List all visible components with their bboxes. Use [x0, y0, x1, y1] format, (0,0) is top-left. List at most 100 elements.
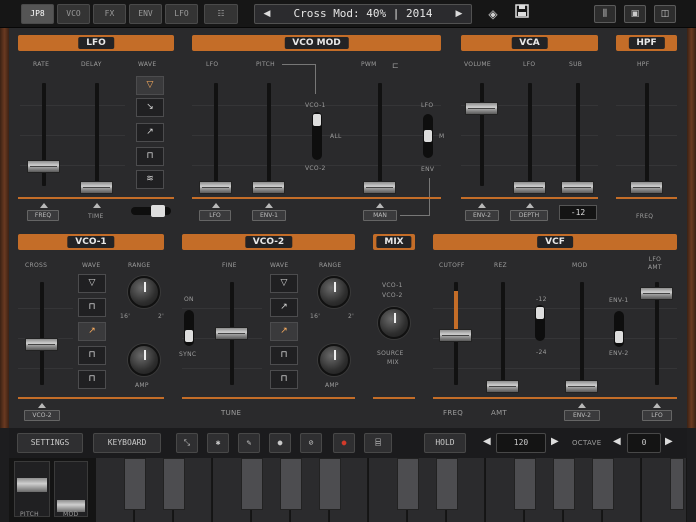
vcomod-pitch-slider[interactable]: [252, 181, 285, 194]
tab-env[interactable]: ENV: [129, 4, 162, 24]
keyboard-button[interactable]: KEYBOARD: [93, 433, 161, 453]
black-key[interactable]: [436, 458, 458, 510]
record-icon[interactable]: ●: [333, 433, 355, 453]
next-preset-button[interactable]: ▶: [449, 5, 469, 23]
lfo-wave-saw-down[interactable]: ↘: [136, 98, 164, 117]
vcomod-man-badge[interactable]: MAN: [363, 210, 397, 221]
vca-sub-octave-display[interactable]: -12: [559, 205, 597, 220]
mod-wheel[interactable]: [54, 461, 88, 517]
vcomod-pwm-slider[interactable]: [363, 181, 396, 194]
vcf-cutoff-slider[interactable]: [439, 329, 472, 342]
vcf-lfoamt-slider[interactable]: [640, 287, 673, 300]
vca-volume-slider[interactable]: [465, 102, 498, 115]
vco2-range-knob[interactable]: [318, 276, 350, 308]
prev-preset-button[interactable]: ◀: [257, 5, 277, 23]
vca-lfo-slider[interactable]: [513, 181, 546, 194]
vcomod-env1-badge[interactable]: ENV-1: [252, 210, 286, 221]
vcf-env-switch[interactable]: [614, 311, 624, 347]
black-key[interactable]: [397, 458, 419, 510]
pitch-wheel[interactable]: [14, 461, 50, 517]
vco1-cross-track[interactable]: [40, 282, 44, 385]
vcomod-pitch-track[interactable]: [267, 83, 271, 186]
black-key[interactable]: [670, 458, 684, 510]
mixer-icon[interactable]: ⫼: [594, 5, 616, 23]
vcomod-target-switch[interactable]: [312, 112, 322, 160]
vco1-vco2-badge[interactable]: VCO-2: [24, 410, 60, 421]
bpm-prev-icon[interactable]: ◀: [483, 436, 493, 450]
black-key[interactable]: [319, 458, 341, 510]
vco2-wave-saw[interactable]: ↗: [270, 322, 298, 341]
tab-vco[interactable]: VCO: [57, 4, 90, 24]
vca-lfo-track[interactable]: [528, 83, 532, 186]
pencil-icon[interactable]: ✎: [238, 433, 260, 453]
vca-sub-track[interactable]: [576, 83, 580, 186]
vco2-wave-square[interactable]: ⊓: [270, 346, 298, 365]
stop-icon[interactable]: ⊘: [300, 433, 322, 453]
black-key[interactable]: [280, 458, 302, 510]
piano-icon[interactable]: ⌸: [364, 433, 392, 453]
vco1-wave-square[interactable]: ⊓: [78, 346, 106, 365]
preset-selector[interactable]: ◀ Cross Mod: 40% | 2014 ▶: [254, 4, 472, 24]
vcomod-pwm-source-switch[interactable]: [423, 114, 433, 158]
black-key[interactable]: [163, 458, 185, 510]
vcf-lfo-badge[interactable]: LFO: [642, 410, 672, 421]
vco1-range-knob[interactable]: [128, 276, 160, 308]
vco1-wave-noise[interactable]: ⊓: [78, 370, 106, 389]
vco1-amp-knob[interactable]: [128, 344, 160, 376]
hold-button[interactable]: HOLD: [424, 433, 466, 453]
mix-source-knob[interactable]: [378, 307, 410, 339]
vcf-slope-switch[interactable]: [535, 305, 545, 341]
settings-button[interactable]: SETTINGS: [17, 433, 83, 453]
black-key[interactable]: [592, 458, 614, 510]
expand-icon[interactable]: ⤡: [176, 433, 198, 453]
vco2-sync-switch[interactable]: [184, 310, 194, 346]
record-dot-icon[interactable]: ●: [269, 433, 291, 453]
bluetooth-icon[interactable]: ✱: [207, 433, 229, 453]
split-icon[interactable]: ◫: [654, 5, 676, 23]
hpf-track[interactable]: [645, 83, 649, 186]
lfo-wave-square[interactable]: ⊓: [136, 147, 164, 166]
vca-sub-slider[interactable]: [561, 181, 594, 194]
lfo-delay-slider[interactable]: [80, 181, 113, 194]
screen-icon[interactable]: ▣: [624, 5, 646, 23]
lfo-freq-badge[interactable]: FREQ: [27, 210, 59, 221]
octave-down-icon[interactable]: ◀: [613, 436, 623, 450]
vcf-mod-track[interactable]: [580, 282, 584, 385]
vcf-mod-slider[interactable]: [565, 380, 598, 393]
hpf-slider[interactable]: [630, 181, 663, 194]
dice-icon[interactable]: ◈: [482, 4, 504, 24]
black-key[interactable]: [553, 458, 575, 510]
vco2-wave-triangle[interactable]: ▽: [270, 274, 298, 293]
bpm-display[interactable]: 120: [496, 433, 546, 453]
octave-display[interactable]: 0: [627, 433, 661, 453]
lfo-wave-random[interactable]: ≋: [136, 170, 164, 189]
vcomod-lfo-badge[interactable]: LFO: [199, 210, 231, 221]
lfo-delay-track[interactable]: [95, 83, 99, 186]
vca-env2-badge[interactable]: ENV-2: [465, 210, 499, 221]
tab-jp8[interactable]: JP8: [21, 4, 54, 24]
vco1-wave-triangle[interactable]: ▽: [78, 274, 106, 293]
preset-name[interactable]: Cross Mod: 40% | 2014: [277, 5, 449, 23]
vco2-amp-knob[interactable]: [318, 344, 350, 376]
lfo-wave-saw-up[interactable]: ↗: [136, 123, 164, 142]
octave-up-icon[interactable]: ▶: [665, 436, 675, 450]
black-key[interactable]: [124, 458, 146, 510]
vco1-cross-slider[interactable]: [25, 338, 58, 351]
vcomod-pwm-track[interactable]: [378, 83, 382, 186]
lfo-rate-slider[interactable]: [27, 160, 60, 173]
tab-lfo[interactable]: LFO: [165, 4, 198, 24]
lfo-sync-switch[interactable]: [131, 205, 171, 217]
lfo-wave-triangle[interactable]: ▽: [136, 76, 164, 95]
vco2-wave-noise[interactable]: ⊓: [270, 370, 298, 389]
black-key[interactable]: [514, 458, 536, 510]
save-icon[interactable]: [511, 4, 533, 24]
vcomod-lfo-track[interactable]: [214, 83, 218, 186]
black-key[interactable]: [241, 458, 263, 510]
bpm-next-icon[interactable]: ▶: [551, 436, 561, 450]
vca-depth-badge[interactable]: DEPTH: [510, 210, 548, 221]
grid-icon[interactable]: ☷: [204, 4, 238, 24]
vcf-rez-slider[interactable]: [486, 380, 519, 393]
vcomod-lfo-slider[interactable]: [199, 181, 232, 194]
vco1-wave-pulse[interactable]: ⊓: [78, 298, 106, 317]
vcf-env2-badge[interactable]: ENV-2: [564, 410, 600, 421]
